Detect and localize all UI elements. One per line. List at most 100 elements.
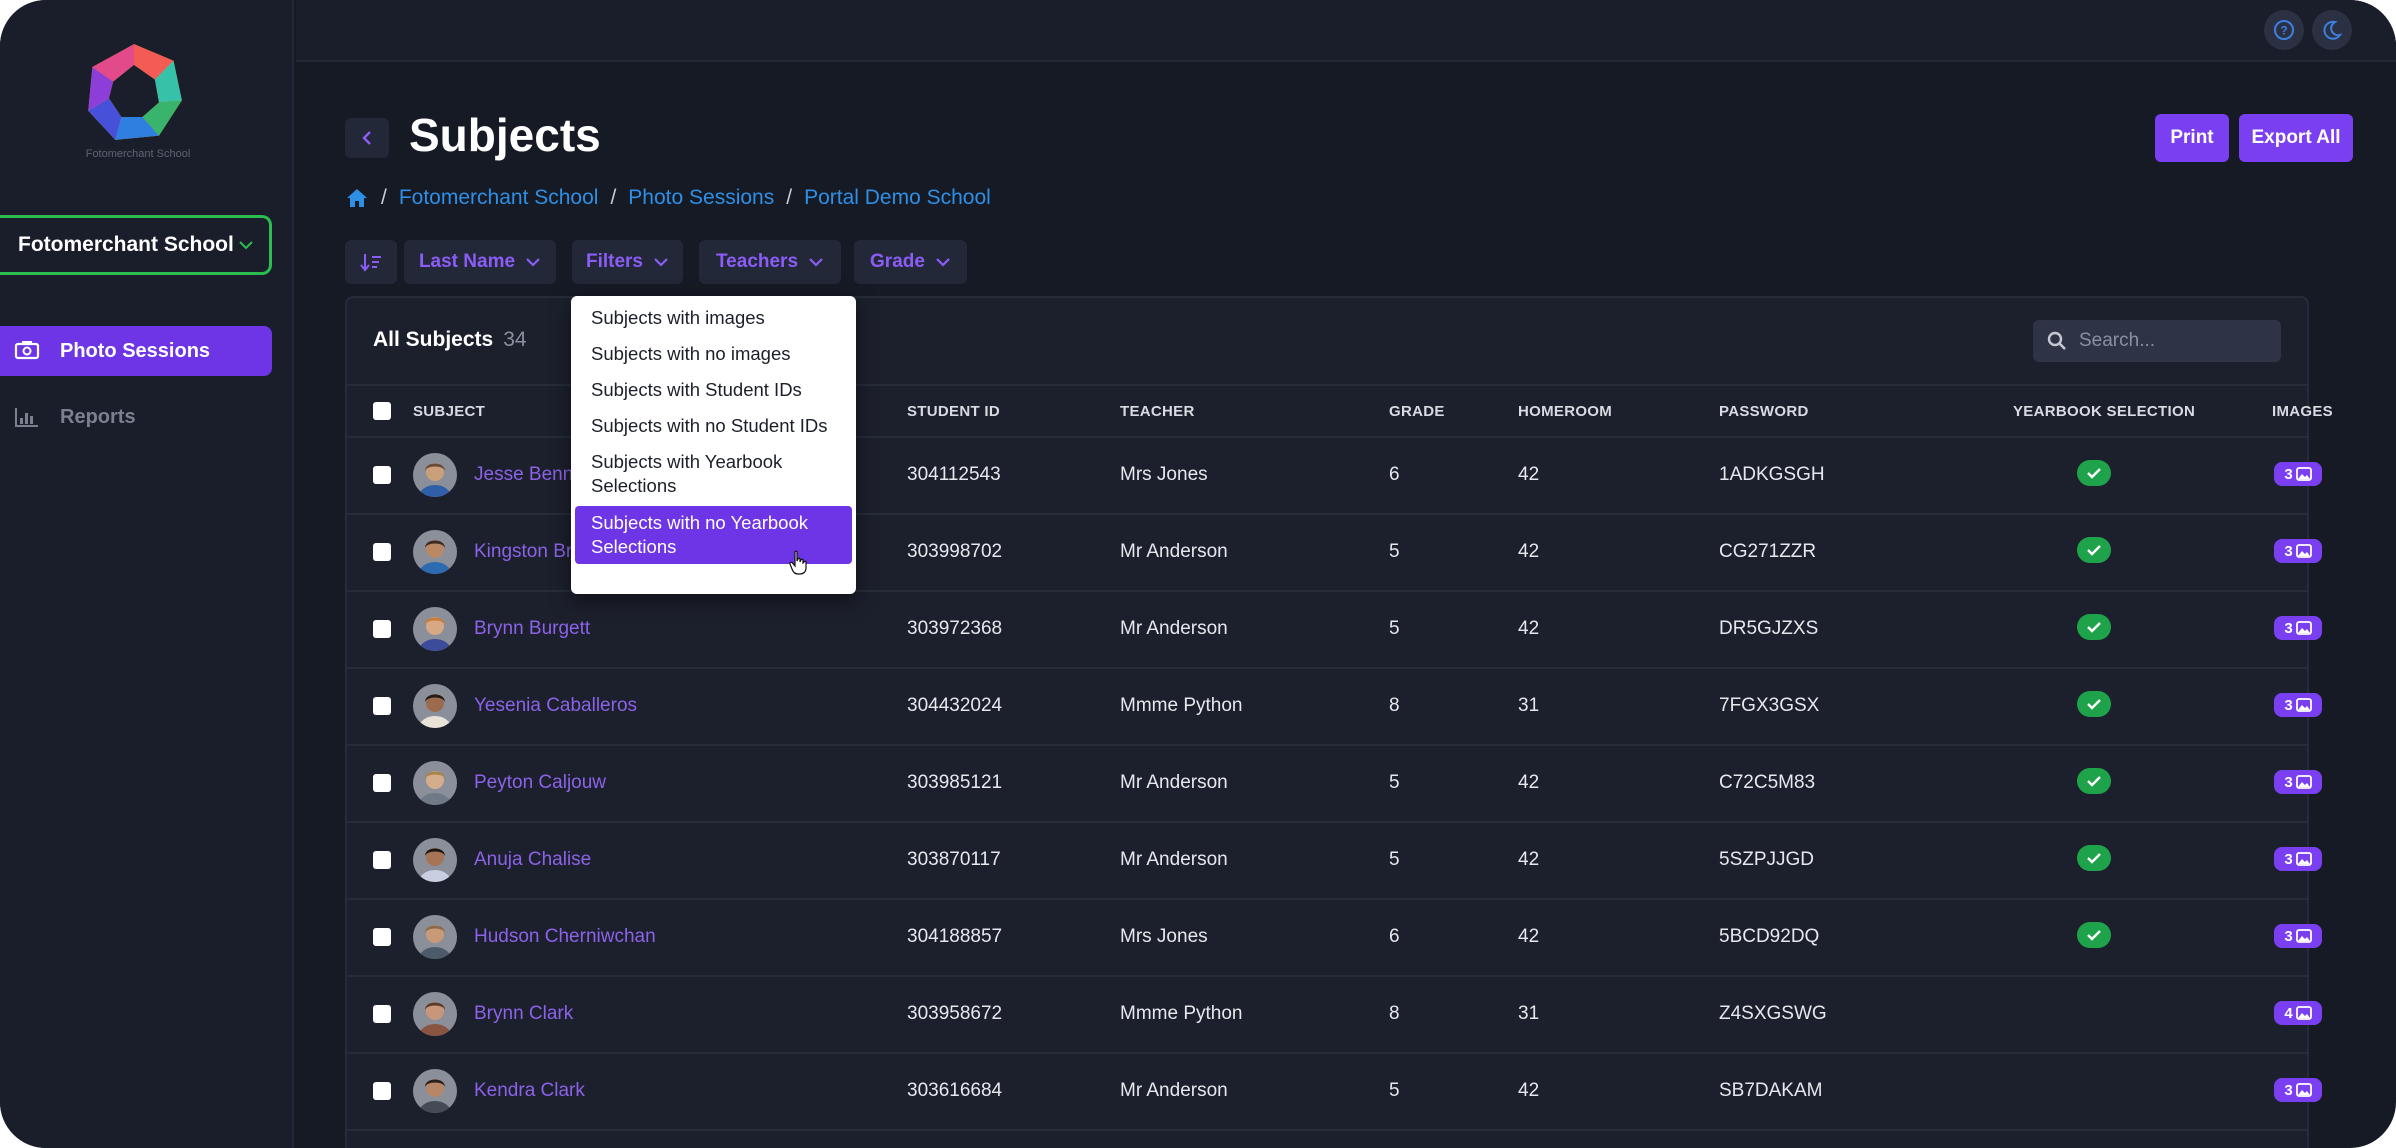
print-button[interactable]: Print (2155, 114, 2229, 162)
table-title-label: All Subjects (373, 328, 494, 351)
subject-name-link[interactable]: Kingston Br (474, 541, 572, 563)
student-id: 304188857 (907, 926, 1003, 947)
subject-name-link[interactable]: Brynn Clark (474, 1003, 573, 1025)
sidebar-item-reports[interactable]: Reports (0, 392, 272, 442)
table-row[interactable]: Kendra Clark 303616684 Mr Anderson 5 42 … (347, 1054, 2322, 1131)
sort-direction-button[interactable] (345, 240, 397, 284)
sidebar-item-photo-sessions[interactable]: Photo Sessions (0, 326, 272, 376)
row-checkbox[interactable] (373, 851, 391, 869)
grade: 8 (1389, 1003, 1400, 1024)
row-checkbox[interactable] (373, 543, 391, 561)
column-header-grade[interactable]: GRADE (1389, 403, 1445, 420)
student-id: 303958672 (907, 1003, 1003, 1024)
filters-label: Filters (585, 251, 644, 272)
help-button[interactable]: ? (2264, 10, 2304, 50)
images-count-badge[interactable]: 3 (2274, 847, 2322, 871)
top-bar: ? (296, 0, 2396, 62)
images-count-badge[interactable]: 3 (2274, 924, 2322, 948)
row-checkbox[interactable] (373, 1082, 391, 1100)
column-header-subject[interactable]: SUBJECT (413, 403, 485, 420)
subject-name-link[interactable]: Peyton Caljouw (474, 772, 606, 794)
row-checkbox[interactable] (373, 774, 391, 792)
teacher: Mr Anderson (1120, 849, 1228, 870)
subject-name-link[interactable]: Yesenia Caballeros (474, 695, 637, 717)
school-selector-label: Fotomerchant School (18, 233, 234, 256)
table-row[interactable]: Peyton Caljouw 303985121 Mr Anderson 5 4… (347, 746, 2322, 823)
filter-option[interactable]: Subjects with images (571, 300, 856, 336)
yearbook-selected-check-icon (2077, 537, 2111, 563)
teachers-label: Teachers (715, 251, 799, 272)
teachers-dropdown[interactable]: Teachers (699, 240, 841, 284)
table-row[interactable]: Brynn Burgett 303972368 Mr Anderson 5 42… (347, 592, 2322, 669)
row-checkbox[interactable] (373, 697, 391, 715)
filter-option[interactable]: Subjects with Yearbook Selections (571, 444, 856, 504)
home-icon[interactable] (345, 187, 369, 209)
table-row[interactable]: Brynn Clark 303958672 Mmme Python 8 31 Z… (347, 977, 2322, 1054)
hand-cursor-icon (789, 550, 807, 575)
row-checkbox[interactable] (373, 928, 391, 946)
filters-dropdown[interactable]: Filters (572, 240, 683, 284)
images-count-badge[interactable]: 3 (2274, 693, 2322, 717)
subject-name-link[interactable]: Hudson Cherniwchan (474, 926, 656, 948)
yearbook-selected-check-icon (2077, 768, 2111, 794)
subject-name-link[interactable]: Brynn Burgett (474, 618, 590, 640)
table-row[interactable]: Anuja Chalise 303870117 Mr Anderson 5 42… (347, 823, 2322, 900)
sort-by-dropdown[interactable]: Last Name (404, 240, 556, 284)
password: Z4SXGSWG (1719, 1003, 1827, 1024)
chevron-down-icon (809, 258, 823, 267)
table-row[interactable]: Hudson Cherniwchan 304188857 Mrs Jones 6… (347, 900, 2322, 977)
avatar (413, 992, 457, 1036)
filter-option-selected[interactable]: Subjects with no Yearbook Selections (575, 506, 852, 564)
row-checkbox[interactable] (373, 466, 391, 484)
images-count-badge[interactable]: 3 (2274, 539, 2322, 563)
breadcrumb-link[interactable]: Photo Sessions (628, 186, 774, 210)
password: DR5GJZXS (1719, 618, 1819, 639)
column-header-homeroom[interactable]: HOMEROOM (1518, 403, 1612, 420)
filter-option[interactable]: Subjects with no Student IDs (571, 408, 856, 444)
breadcrumb-link[interactable]: Fotomerchant School (399, 186, 599, 210)
theme-toggle-button[interactable] (2312, 10, 2352, 50)
image-icon (2295, 698, 2312, 712)
filter-option[interactable]: Subjects with Student IDs (571, 372, 856, 408)
password: 1ADKGSGH (1719, 464, 1825, 485)
breadcrumb-link[interactable]: Portal Demo School (804, 186, 991, 210)
subject-count: 34 (503, 328, 527, 351)
chevron-down-icon (654, 258, 668, 267)
images-count-badge[interactable]: 3 (2274, 616, 2322, 640)
table-row[interactable]: Yesenia Caballeros 304432024 Mmme Python… (347, 669, 2322, 746)
avatar (413, 915, 457, 959)
column-header-images[interactable]: IMAGES (2272, 403, 2333, 420)
row-checkbox[interactable] (373, 620, 391, 638)
grade: 5 (1389, 618, 1400, 639)
teacher: Mr Anderson (1120, 772, 1228, 793)
export-all-button[interactable]: Export All (2239, 114, 2353, 162)
select-all-checkbox[interactable] (373, 402, 391, 420)
password: SB7DAKAM (1719, 1080, 1823, 1101)
images-count-badge[interactable]: 3 (2274, 462, 2322, 486)
filter-option[interactable]: Subjects with no images (571, 336, 856, 372)
school-selector[interactable]: Fotomerchant School (0, 215, 272, 275)
search-input[interactable]: Search... (2033, 320, 2281, 362)
row-checkbox[interactable] (373, 1005, 391, 1023)
column-header-teacher[interactable]: TEACHER (1120, 403, 1195, 420)
subject-name-link[interactable]: Anuja Chalise (474, 849, 591, 871)
homeroom: 42 (1518, 849, 1540, 870)
homeroom: 31 (1518, 695, 1540, 716)
column-header-yearbook-selection[interactable]: YEARBOOK SELECTION (2013, 403, 2195, 420)
subject-name-link[interactable]: Kendra Clark (474, 1080, 585, 1102)
column-header-password[interactable]: PASSWORD (1719, 403, 1809, 420)
back-button[interactable] (345, 118, 389, 158)
avatar (413, 838, 457, 882)
images-count-badge[interactable]: 4 (2274, 1001, 2322, 1025)
password: 5BCD92DQ (1719, 926, 1820, 947)
images-count-badge[interactable]: 3 (2274, 1078, 2322, 1102)
sidebar: Fotomerchant School Fotomerchant School … (0, 0, 294, 1148)
password: CG271ZZR (1719, 541, 1817, 562)
column-header-student-id[interactable]: STUDENT ID (907, 403, 1000, 420)
image-icon (2295, 544, 2312, 558)
images-count-badge[interactable]: 3 (2274, 770, 2322, 794)
grade-dropdown[interactable]: Grade (854, 240, 967, 284)
teacher: Mrs Jones (1120, 464, 1208, 485)
subject-name-link[interactable]: Jesse Benn (474, 464, 573, 486)
breadcrumb: / Fotomerchant School / Photo Sessions /… (345, 184, 991, 212)
